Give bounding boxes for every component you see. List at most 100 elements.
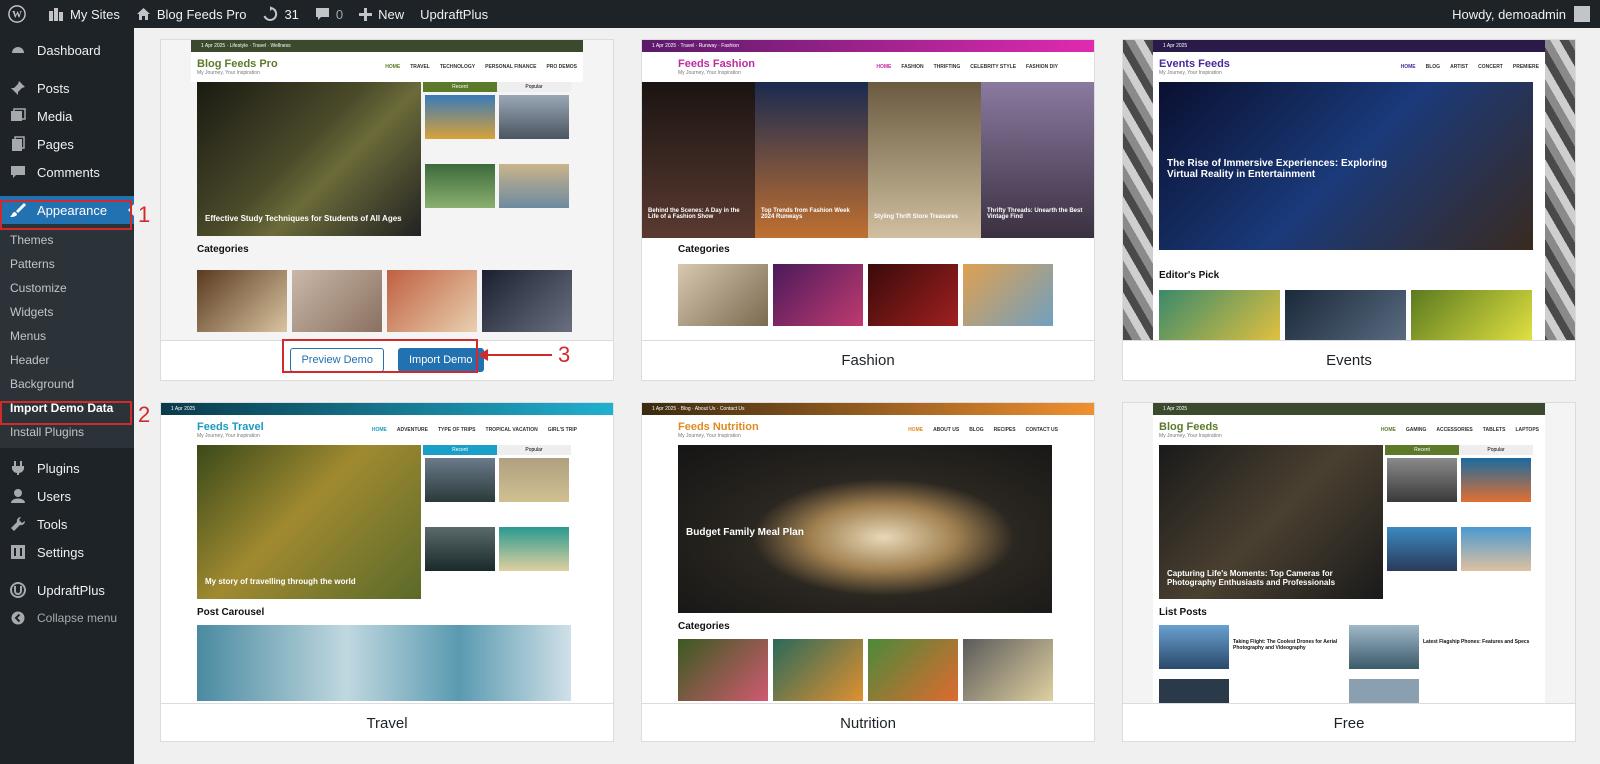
demo-preview-blog-feeds[interactable]: 1 Apr 2025 Blog Feeds My Journey, Your I… <box>1123 403 1575 703</box>
menu-dashboard[interactable]: Dashboard <box>0 36 134 64</box>
wrench-icon <box>8 514 28 534</box>
submenu-background[interactable]: Background <box>0 372 134 396</box>
mini-tagline: My Journey, Your Inspiration <box>197 70 260 76</box>
mini-nav-item: ADVENTURE <box>396 427 428 433</box>
pick-tile <box>1159 290 1280 340</box>
updates-link[interactable]: 31 <box>254 0 306 28</box>
menu-users[interactable]: Users <box>0 482 134 510</box>
new-content-link[interactable]: New <box>351 0 412 28</box>
hero-title: My story of travelling through the world <box>205 577 356 586</box>
mini-nav-item: RECIPES <box>993 427 1016 433</box>
card-label: Free <box>1123 703 1575 742</box>
hero-image <box>197 82 421 236</box>
tab-recent: Recent <box>1385 445 1459 455</box>
account-menu[interactable]: Howdy, demoadmin <box>1452 6 1600 22</box>
mini-nav-item: PREMIERE <box>1512 64 1539 70</box>
updates-icon <box>264 6 278 21</box>
demo-card-free: 1 Apr 2025 Blog Feeds My Journey, Your I… <box>1122 402 1576 742</box>
mini-nav-item: HOME <box>1380 427 1396 433</box>
menu-updraftplus[interactable]: UpdraftPlus <box>0 576 134 604</box>
list-thumb <box>1349 679 1419 703</box>
mini-nav-item: TROPICAL VACATION <box>485 427 538 433</box>
mini-nav-item: TRAVEL <box>410 64 430 70</box>
my-sites-link[interactable]: My Sites <box>40 0 128 28</box>
tab-popular-label: Popular <box>1487 447 1505 453</box>
collapse-menu-label: Collapse menu <box>37 611 118 625</box>
thumb <box>499 95 569 139</box>
menu-pages[interactable]: Pages <box>0 130 134 158</box>
media-icon <box>8 106 28 126</box>
comments-link[interactable]: 0 <box>307 0 351 28</box>
annotation-number-3: 3 <box>558 342 571 367</box>
thumb <box>499 458 569 502</box>
menu-users-label: Users <box>37 488 71 504</box>
menu-settings[interactable]: Settings <box>0 538 134 566</box>
menu-posts[interactable]: Posts <box>0 74 134 102</box>
thumb <box>1387 458 1457 502</box>
mini-logo: Feeds Travel <box>197 421 264 433</box>
list-posts-heading: List Posts <box>1159 607 1207 618</box>
mini-logo: Events Feeds <box>1159 58 1230 70</box>
mini-nav-item: ABOUT US <box>933 427 960 433</box>
tab-recent: Recent <box>423 82 497 92</box>
menu-tools[interactable]: Tools <box>0 510 134 538</box>
category-tile <box>482 270 572 332</box>
comment-icon <box>315 8 329 20</box>
user-icon <box>8 486 28 506</box>
comments-icon <box>8 162 28 182</box>
category-tile <box>678 639 768 701</box>
plug-icon <box>8 458 28 478</box>
mini-nav-item: TECHNOLOGY <box>439 64 476 70</box>
menu-media[interactable]: Media <box>0 102 134 130</box>
card-label: Nutrition <box>642 703 1094 742</box>
mini-topbar: 1 Apr 2025 <box>1163 406 1188 412</box>
demo-preview-events[interactable]: 1 Apr 2025 Events Feeds My Journey, Your… <box>1123 40 1575 340</box>
demo-preview-travel[interactable]: 1 Apr 2025 Feeds Travel My Journey, Your… <box>161 403 613 703</box>
demo-preview-fashion[interactable]: 1 Apr 2025 · Travel · Runway · Fashion F… <box>642 40 1094 340</box>
thumb <box>425 458 495 502</box>
tab-popular: Popular <box>1459 445 1533 455</box>
site-name-link[interactable]: Blog Feeds Pro <box>128 0 255 28</box>
mini-nav-item: PRO DEMOS <box>546 64 577 70</box>
category-tile <box>292 270 382 332</box>
card-label: Fashion <box>642 340 1094 379</box>
menu-plugins[interactable]: Plugins <box>0 454 134 482</box>
submenu-header[interactable]: Header <box>0 348 134 372</box>
submenu-themes[interactable]: Themes <box>0 228 134 252</box>
thumb <box>499 164 569 208</box>
thumb <box>1387 527 1457 571</box>
mini-tagline: My Journey, Your Inspiration <box>1159 70 1222 76</box>
tab-recent-label: Recent <box>1414 447 1430 453</box>
menu-updraftplus-label: UpdraftPlus <box>37 582 105 598</box>
mini-nav-item: CELEBRITY STYLE <box>970 64 1017 70</box>
submenu-widgets[interactable]: Widgets <box>0 300 134 324</box>
mini-nav: HOME ABOUT US BLOG RECIPES CONTACT US <box>908 427 1058 433</box>
submenu-patterns[interactable]: Patterns <box>0 252 134 276</box>
mini-tagline: My Journey, Your Inspiration <box>197 433 260 439</box>
mini-logo: Blog Feeds <box>1159 421 1219 433</box>
editors-pick-heading: Editor's Pick <box>1159 270 1220 281</box>
my-sites-label: My Sites <box>70 6 120 22</box>
updraftplus-link[interactable]: UpdraftPlus <box>412 0 496 28</box>
comments-count: 0 <box>335 6 344 22</box>
mini-nav-item: FASHION <box>901 64 924 70</box>
demo-preview-blog-feeds-pro[interactable]: 1 Apr 2025 · Lifestyle · Travel · Wellne… <box>161 40 613 340</box>
tab-recent: Recent <box>423 445 497 455</box>
collapse-menu-button[interactable]: Collapse menu <box>0 604 134 632</box>
dashboard-icon <box>8 40 28 60</box>
menu-comments[interactable]: Comments <box>0 158 134 186</box>
mini-nav-item: THRIFTING <box>933 64 961 70</box>
slide-title: Styling Thrift Store Treasures <box>874 214 959 220</box>
thumb <box>425 95 495 139</box>
card-label: Events <box>1123 340 1575 379</box>
tab-popular: Popular <box>497 82 571 92</box>
submenu-customize[interactable]: Customize <box>0 276 134 300</box>
list-title: Latest Flagship Phones: Features and Spe… <box>1423 639 1530 645</box>
list-thumb <box>1349 625 1419 669</box>
demo-preview-nutrition[interactable]: 1 Apr 2025 · Blog · About Us · Contact U… <box>642 403 1094 703</box>
mini-nav-item: GIRL'S TRIP <box>547 427 577 433</box>
submenu-menus[interactable]: Menus <box>0 324 134 348</box>
mini-nav-item: HOME <box>371 427 387 433</box>
wordpress-logo[interactable]: W <box>0 0 40 28</box>
menu-pages-label: Pages <box>37 136 74 152</box>
